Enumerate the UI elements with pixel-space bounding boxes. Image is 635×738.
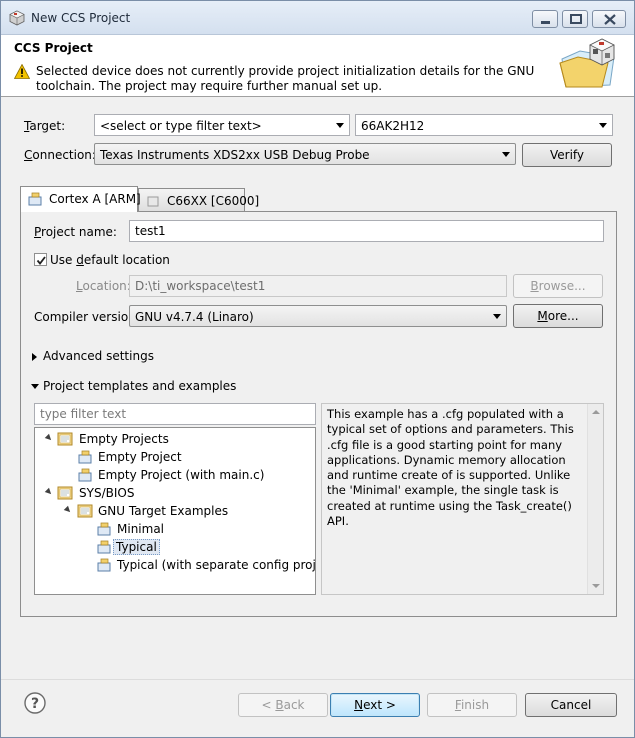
close-button[interactable]: [592, 10, 626, 28]
compiler-version-combo[interactable]: GNU v4.7.4 (Linaro): [129, 305, 507, 327]
tab-c66xx[interactable]: C66XX [C6000]: [138, 188, 259, 212]
help-icon[interactable]: ?: [24, 692, 46, 714]
project-template-icon: [97, 522, 111, 536]
warning-icon: [14, 64, 30, 79]
connection-combo[interactable]: Texas Instruments XDS2xx USB Debug Probe: [94, 143, 516, 165]
advanced-settings-toggle[interactable]: Advanced settings: [31, 349, 154, 365]
template-folder-icon: [77, 504, 93, 518]
project-name-label: Project name:: [34, 225, 117, 239]
compiler-version-label: Compiler version:: [34, 310, 140, 324]
new-project-wizard-icon: [559, 38, 615, 88]
templates-section-toggle[interactable]: Project templates and examples: [31, 379, 236, 395]
template-description-text: This example has a .cfg populated with a…: [327, 407, 574, 529]
target-device-value: 66AK2H12: [361, 119, 425, 133]
tab-c66xx-label: C66XX [C6000]: [167, 194, 260, 208]
close-icon: [604, 14, 616, 25]
window-title: New CCS Project: [31, 11, 131, 25]
location-label: Location:: [76, 279, 131, 293]
next-button[interactable]: Next >: [330, 693, 420, 717]
target-filter-combo[interactable]: <select or type filter text>: [94, 114, 350, 136]
maximize-icon: [570, 14, 582, 24]
project-template-icon: [78, 450, 92, 464]
finish-button[interactable]: Finish: [427, 693, 517, 717]
browse-button[interactable]: Browse...: [513, 274, 603, 298]
minimize-button[interactable]: [532, 10, 558, 28]
use-default-location-label: Use default location: [50, 253, 170, 267]
scroll-up-icon: [592, 410, 600, 414]
wizard-header: CCS Project Selected device does not cur…: [1, 35, 634, 97]
template-folder-icon: [57, 432, 73, 446]
expand-arrow-icon: [44, 433, 54, 443]
compiler-version-value: GNU v4.7.4 (Linaro): [135, 310, 254, 324]
more-button[interactable]: More...: [513, 304, 603, 328]
tree-item-empty-project[interactable]: Empty Project: [35, 448, 315, 466]
scroll-down-icon: [592, 584, 600, 588]
expand-arrow-icon: [63, 505, 73, 515]
chevron-down-icon: [599, 123, 607, 128]
advanced-settings-label: Advanced settings: [43, 349, 154, 363]
project-template-icon: [78, 468, 92, 482]
project-name-input[interactable]: test1: [129, 220, 604, 242]
chevron-down-icon: [31, 384, 39, 389]
chevron-right-icon: [32, 353, 37, 361]
template-folder-icon: [57, 486, 73, 500]
project-template-icon: [97, 540, 111, 554]
connection-value: Texas Instruments XDS2xx USB Debug Probe: [100, 148, 370, 162]
maximize-button[interactable]: [562, 10, 588, 28]
tab-cortex-a-label: Cortex A [ARM]: [49, 192, 141, 206]
ccs-icon: [9, 10, 25, 26]
chip-icon: [147, 196, 159, 207]
tree-item-gnu-target-examples[interactable]: GNU Target Examples: [35, 502, 315, 520]
description-scrollbar[interactable]: [587, 404, 603, 594]
expand-arrow-icon: [44, 487, 54, 497]
tree-item-sysbios[interactable]: SYS/BIOS: [35, 484, 315, 502]
template-tree[interactable]: Empty Projects Empty Project Empty Proje…: [34, 427, 316, 595]
template-description: This example has a .cfg populated with a…: [321, 403, 604, 595]
tree-item-empty-projects[interactable]: Empty Projects: [35, 430, 315, 448]
footer-separator: [1, 679, 634, 680]
template-filter-input[interactable]: type filter text: [34, 403, 316, 425]
tab-cortex-a[interactable]: Cortex A [ARM]: [20, 186, 141, 212]
back-button[interactable]: < Back: [238, 693, 328, 717]
svg-text:?: ?: [31, 696, 39, 712]
page-title: CCS Project: [14, 41, 93, 55]
templates-section-label: Project templates and examples: [43, 379, 237, 393]
cancel-button[interactable]: Cancel: [525, 693, 617, 717]
chevron-down-icon: [336, 123, 344, 128]
project-template-icon: [28, 192, 42, 206]
checkmark-icon: [36, 256, 46, 265]
project-template-icon: [97, 558, 111, 572]
verify-button[interactable]: Verify: [522, 143, 612, 167]
chevron-down-icon: [493, 314, 501, 319]
warning-message: Selected device does not currently provi…: [36, 64, 535, 93]
tree-item-empty-project-main[interactable]: Empty Project (with main.c): [35, 466, 315, 484]
tree-item-typical-separate-config[interactable]: Typical (with separate config project): [35, 556, 315, 574]
use-default-location-checkbox[interactable]: [34, 253, 47, 266]
tree-item-minimal[interactable]: Minimal: [35, 520, 315, 538]
new-ccs-project-dialog: New CCS Project CCS Project Selected dev…: [0, 0, 635, 738]
tree-item-typical[interactable]: Typical: [35, 538, 315, 556]
minimize-icon: [541, 21, 550, 24]
title-bar: New CCS Project: [1, 1, 634, 35]
connection-label: Connection:: [24, 148, 96, 162]
location-input[interactable]: D:\ti_workspace\test1: [129, 275, 507, 297]
target-filter-text: <select or type filter text>: [100, 119, 262, 133]
chevron-down-icon: [502, 152, 510, 157]
target-label: Target:: [24, 119, 66, 133]
target-device-combo[interactable]: 66AK2H12: [355, 114, 613, 136]
